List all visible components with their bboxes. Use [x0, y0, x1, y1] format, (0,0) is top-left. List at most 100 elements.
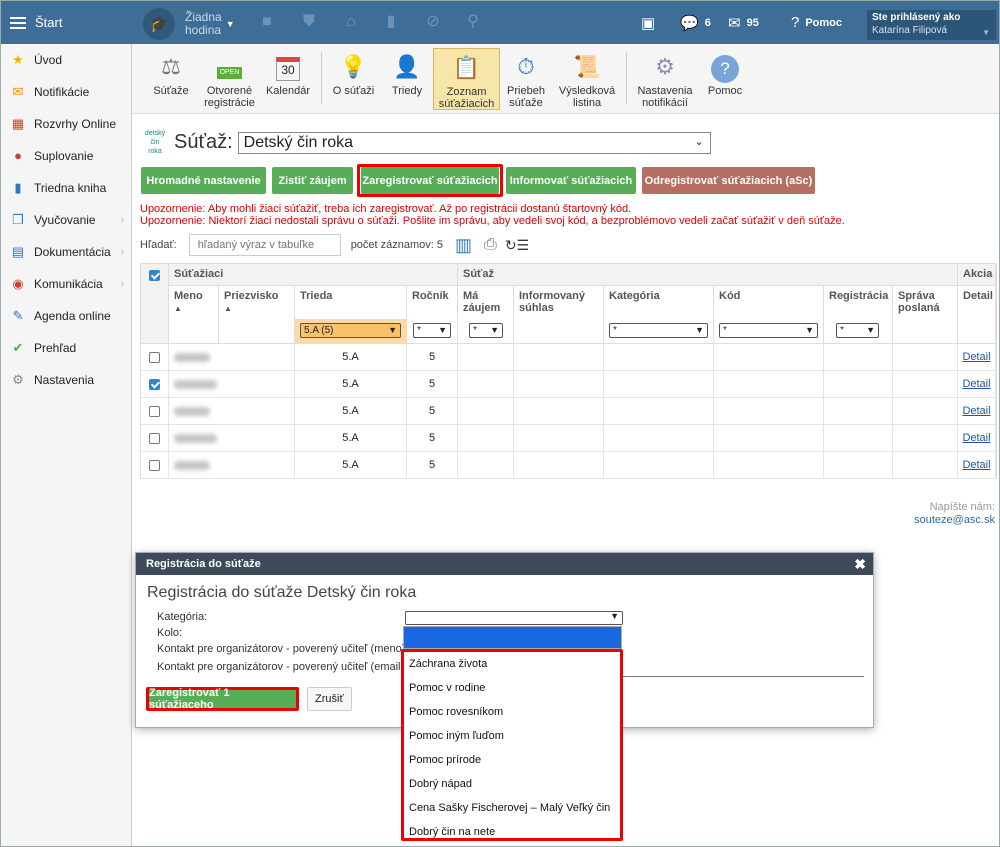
select-all-checkbox[interactable]	[149, 270, 160, 281]
col-informovany-suhlas[interactable]: Informovaný súhlas	[514, 286, 604, 344]
columns-icon[interactable]: ▥	[455, 235, 472, 256]
dropdown-option[interactable]: Dobrý čin na nete	[404, 820, 620, 844]
table-cell: Detail	[958, 398, 996, 425]
timetable-icon: ▦	[11, 116, 25, 131]
sidebar-item-komunikacia[interactable]: ◉ Komunikácia ›	[1, 268, 131, 300]
dropdown-option[interactable]: Cena Sašky Fischerovej – Malý Veľký čin	[404, 796, 620, 820]
start-menu-button[interactable]: Štart	[1, 1, 132, 44]
detail-link[interactable]: Detail	[962, 405, 990, 417]
sidebar-item-suplovanie[interactable]: ● Suplovanie	[1, 140, 131, 172]
bulk-settings-button[interactable]: Hromadné nastavenie	[141, 167, 266, 194]
row-checkbox[interactable]	[149, 378, 160, 390]
contact-email-link[interactable]: souteze@asc.sk	[914, 514, 995, 527]
redacted-name	[174, 379, 217, 389]
cancel-button[interactable]: Zrušiť	[307, 687, 352, 711]
walking-icon[interactable]: ⚲	[464, 13, 482, 31]
sidebar-item-dokumentacia[interactable]: ▤ Dokumentácia ›	[1, 236, 131, 268]
briefcase-icon[interactable]: ■	[258, 13, 276, 31]
chevron-down-icon: ⌄	[694, 135, 704, 148]
no-entry-icon[interactable]: ⊘	[424, 13, 442, 31]
filter-value: *	[473, 325, 477, 336]
institution-icon[interactable]: ⌂	[342, 13, 360, 31]
bar-chart-icon[interactable]: ▮	[382, 13, 400, 31]
grade-value: 5	[428, 378, 436, 390]
dropdown-option[interactable]: Záchrana života	[404, 652, 620, 676]
competition-logo: detský čin roka	[144, 130, 166, 155]
dropdown-option[interactable]: Pomoc rovesníkom	[404, 700, 620, 724]
warning-registration: Upozornenie: Aby mohli žiaci súťažiť, tr…	[140, 203, 632, 215]
dropdown-highlighted-option[interactable]	[403, 626, 622, 649]
module-o-sutazi[interactable]: 💡 O súťaži	[329, 48, 378, 110]
detail-link[interactable]: Detail	[962, 351, 990, 363]
dropdown-option[interactable]: Pomoc v rodine	[404, 676, 620, 700]
sidebar-item-agenda[interactable]: ✎ Agenda online	[1, 300, 131, 332]
messages-button[interactable]: 💬 6	[680, 14, 711, 32]
row-checkbox[interactable]	[149, 459, 160, 471]
class-value: 5.A	[342, 459, 359, 471]
graduation-cap-icon: 🎓	[143, 8, 175, 40]
class-value: 5.A	[342, 378, 359, 390]
close-icon[interactable]: ✖	[854, 556, 866, 573]
bulb-icon: 💡	[339, 54, 368, 79]
gear-icon: ⚙	[655, 54, 675, 79]
module-sutaze[interactable]: ⚖ Súťaže	[149, 48, 193, 110]
module-triedy[interactable]: 👤 Triedy	[386, 48, 428, 110]
sidebar-item-notifikacie[interactable]: ✉ Notifikácie	[1, 76, 131, 108]
detail-link[interactable]: Detail	[962, 378, 990, 390]
substitution-icon: ●	[14, 148, 22, 163]
register-one-student-button[interactable]: Zaregistrovať 1 súťažiaceho	[146, 687, 299, 711]
category-select[interactable]: ▼	[405, 611, 623, 625]
find-interest-button[interactable]: Zistiť záujem	[272, 167, 353, 194]
sidebar-item-uvod[interactable]: ★ Úvod	[1, 44, 131, 76]
sidebar-item-nastavenia[interactable]: ⚙ Nastavenia	[1, 364, 131, 396]
search-row: Hľadať: počet záznamov: 5 ▥ ⎙ ↻☰	[140, 234, 529, 256]
chevron-down-icon: ▼	[438, 325, 447, 335]
row-checkbox[interactable]	[149, 405, 160, 417]
module-kalendar[interactable]: 30 Kalendár	[264, 48, 312, 110]
kategoria-filter-select[interactable]: * ▼	[609, 323, 708, 338]
competition-select[interactable]: Detský čin roka ⌄	[237, 131, 711, 154]
sidebar-item-vyucovanie[interactable]: ❐ Vyučovanie ›	[1, 204, 131, 236]
trieda-filter-select[interactable]: 5.A (5) ▼	[300, 323, 401, 338]
module-zoznam-sutaziacich[interactable]: 📋 Zoznam súťažiacich	[433, 48, 500, 110]
col-meno[interactable]: Meno ▲	[169, 286, 219, 344]
mail-button[interactable]: ✉ 95	[728, 14, 759, 32]
refresh-list-icon[interactable]: ↻☰	[505, 237, 529, 254]
module-label: Otvorené registrácie	[204, 85, 255, 109]
zaujem-filter-select[interactable]: * ▼	[469, 323, 503, 338]
table-cell	[604, 344, 714, 371]
module-nastavenia-notifikacii[interactable]: ⚙ Nastavenia notifikácií	[635, 48, 695, 110]
row-checkbox[interactable]	[149, 351, 160, 363]
rocnik-filter-select[interactable]: * ▼	[413, 323, 451, 338]
help-button[interactable]: ? Pomoc	[791, 14, 842, 31]
user-menu[interactable]: Ste prihlásený ako Katarína Filipová ▼	[867, 10, 996, 40]
kod-filter-select[interactable]: * ▼	[719, 323, 818, 338]
col-sprava-poslana[interactable]: Správa poslaná	[893, 286, 958, 344]
registracia-filter-select[interactable]: * ▼	[836, 323, 879, 338]
screen-share-button[interactable]: ▣	[641, 14, 661, 32]
dropdown-option[interactable]: Pomoc prírode	[404, 748, 620, 772]
detail-link[interactable]: Detail	[962, 459, 990, 471]
search-input[interactable]	[188, 234, 341, 256]
module-pomoc[interactable]: ? Pomoc	[705, 48, 745, 110]
row-checkbox[interactable]	[149, 432, 160, 444]
redacted-name	[174, 433, 217, 443]
unregister-students-button[interactable]: Odregistrovať súťažiacich (aSc)	[642, 167, 815, 194]
module-vysledkova-listina[interactable]: 📜 Výsledková listina	[556, 48, 618, 110]
module-otvorene-registracie[interactable]: OPEN Otvorené registrácie	[202, 48, 257, 110]
module-priebeh-sutaze[interactable]: ⏱ Priebeh súťaže	[505, 48, 547, 110]
inform-students-button[interactable]: Informovať súťažiacich	[506, 167, 636, 194]
lesson-selector[interactable]: 🎓 Žiadna hodina ▼	[143, 8, 235, 40]
redacted-name	[174, 352, 210, 362]
sidebar-item-prehlad[interactable]: ✔ Prehľad	[1, 332, 131, 364]
chevron-down-icon: ▼	[490, 325, 499, 335]
shield-icon[interactable]: ⛊	[300, 13, 318, 31]
col-priezvisko[interactable]: Priezvisko ▲	[219, 286, 295, 344]
print-icon[interactable]: ⎙	[484, 236, 497, 254]
dropdown-option[interactable]: Dobrý nápad	[404, 772, 620, 796]
detail-link[interactable]: Detail	[962, 432, 990, 444]
sidebar-item-rozvrhy[interactable]: ▦ Rozvrhy Online	[1, 108, 131, 140]
competition-label: Súťaž:	[174, 131, 233, 153]
dropdown-option[interactable]: Pomoc iným ľuďom	[404, 724, 620, 748]
sidebar-item-triedna-kniha[interactable]: ▮ Triedna kniha	[1, 172, 131, 204]
